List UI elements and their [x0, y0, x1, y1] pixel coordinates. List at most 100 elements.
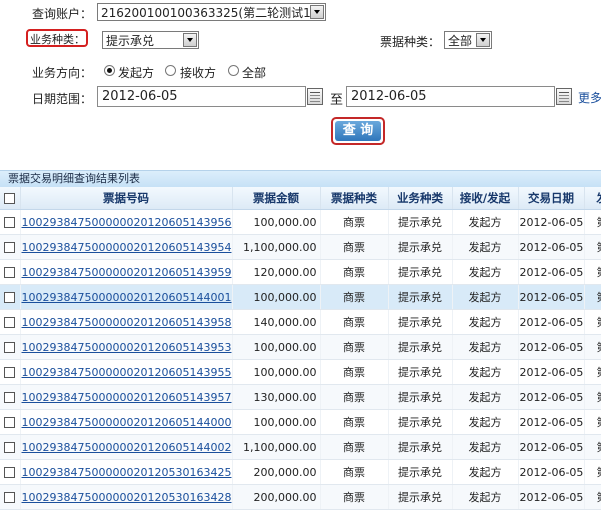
- date-cell: 2012-06-05: [518, 359, 585, 385]
- col-biz-type[interactable]: 业务种类: [388, 187, 453, 210]
- radio-initiator[interactable]: [104, 65, 115, 76]
- bill-type-cell: 商票: [320, 259, 389, 285]
- radio-receiver-label: 接收方: [180, 66, 217, 80]
- bill-no-link[interactable]: 1002938475000000201206051439​56: [22, 216, 232, 229]
- direction-cell: 发起方: [452, 434, 519, 460]
- row-checkbox[interactable]: [4, 442, 16, 453]
- select-all-checkbox[interactable]: [4, 193, 16, 204]
- table-row[interactable]: 100293847500000020120605144001 100,000.00…: [0, 284, 601, 310]
- table-row[interactable]: 100293847500000020120605143959 120,000.00…: [0, 259, 601, 285]
- bill-no-cell: 100293847500000020120605143959: [20, 259, 233, 285]
- row-checkbox-cell: [0, 209, 21, 235]
- biz-type-select[interactable]: 提示承兑: [102, 31, 199, 49]
- row-checkbox[interactable]: [4, 217, 16, 228]
- row-checkbox-cell: [0, 409, 21, 435]
- row-checkbox-cell: [0, 384, 21, 410]
- row-checkbox[interactable]: [4, 317, 16, 328]
- bill-type-cell: 商票: [320, 409, 389, 435]
- table-header: 票据号码 票据金额 票据种类 业务种类 接收/发起 交易日期 发: [0, 187, 601, 210]
- row-checkbox-cell: [0, 484, 21, 510]
- date-separator: 至: [330, 93, 344, 108]
- table-row[interactable]: 100293847500000020120605143958 140,000.00…: [0, 309, 601, 335]
- bill-type-select[interactable]: 全部: [444, 31, 492, 49]
- row-checkbox-cell: [0, 434, 21, 460]
- table-row[interactable]: 1002938475000000201206051439​56 100,000.0…: [0, 209, 601, 235]
- row-checkbox[interactable]: [4, 292, 16, 303]
- chevron-down-icon[interactable]: [476, 33, 490, 47]
- bill-no-link[interactable]: 100293847500000020120605144001: [22, 291, 232, 304]
- bill-no-link[interactable]: 100293847500000020120605144000: [22, 416, 232, 429]
- bill-no-link[interactable]: 100293847500000020120530163425: [22, 466, 232, 479]
- bill-type-cell: 商票: [320, 234, 389, 260]
- radio-receiver[interactable]: [165, 65, 176, 76]
- extra-cell: 第: [584, 334, 601, 360]
- col-bill-type[interactable]: 票据种类: [320, 187, 389, 210]
- row-checkbox[interactable]: [4, 492, 16, 503]
- row-checkbox-cell: [0, 309, 21, 335]
- bill-no-cell: 100293847500000020120605143953: [20, 334, 233, 360]
- amount-cell: 100,000.00: [232, 359, 321, 385]
- amount-cell: 200,000.00: [232, 484, 321, 510]
- more-link[interactable]: 更多: [578, 89, 601, 106]
- date-cell: 2012-06-05: [518, 209, 585, 235]
- bill-no-link[interactable]: 100293847500000020120605143958: [22, 316, 232, 329]
- table-row[interactable]: 100293847500000020120605144002 1,100,000.…: [0, 434, 601, 460]
- direction-cell: 发起方: [452, 209, 519, 235]
- date-to-input[interactable]: 2012-06-05: [346, 86, 555, 107]
- col-bill-no[interactable]: 票据号码: [20, 187, 233, 210]
- calendar-icon[interactable]: [307, 88, 323, 105]
- col-amount[interactable]: 票据金额: [232, 187, 321, 210]
- bill-type-cell: 商票: [320, 334, 389, 360]
- row-checkbox-cell: [0, 234, 21, 260]
- table-row[interactable]: 100293847500000020120530163428 200,000.00…: [0, 484, 601, 510]
- amount-cell: 100,000.00: [232, 409, 321, 435]
- extra-cell: 第: [584, 309, 601, 335]
- account-select[interactable]: 216200100100363325(第二轮测试1): [97, 3, 326, 21]
- radio-all[interactable]: [228, 65, 239, 76]
- date-from-input[interactable]: 2012-06-05: [97, 86, 306, 107]
- biz-type-cell: 提示承兑: [388, 284, 453, 310]
- bill-no-link[interactable]: 100293847500000020120605143955: [22, 366, 232, 379]
- date-cell: 2012-06-05: [518, 234, 585, 260]
- table-row[interactable]: 100293847500000020120605143955 100,000.00…: [0, 359, 601, 385]
- bill-no-link[interactable]: 100293847500000020120530163428: [22, 491, 232, 504]
- bill-no-link[interactable]: 100293847500000020120605144002: [22, 441, 232, 454]
- row-checkbox[interactable]: [4, 267, 16, 278]
- chevron-down-icon[interactable]: [310, 5, 324, 19]
- direction-cell: 发起方: [452, 484, 519, 510]
- table-row[interactable]: 100293847500000020120605144000 100,000.00…: [0, 409, 601, 435]
- date-cell: 2012-06-05: [518, 259, 585, 285]
- amount-cell: 100,000.00: [232, 209, 321, 235]
- calendar-icon[interactable]: [556, 88, 572, 105]
- row-checkbox[interactable]: [4, 467, 16, 478]
- bill-no-link[interactable]: 100293847500000020120605143959: [22, 266, 232, 279]
- table-row[interactable]: 100293847500000020120530163425 200,000.00…: [0, 459, 601, 485]
- col-extra[interactable]: 发: [584, 187, 601, 210]
- row-checkbox[interactable]: [4, 342, 16, 353]
- amount-cell: 100,000.00: [232, 334, 321, 360]
- query-button[interactable]: 查 询: [331, 117, 385, 145]
- table-row[interactable]: 100293847500000020120605143954 1,100,000.…: [0, 234, 601, 260]
- col-direction[interactable]: 接收/发起: [452, 187, 519, 210]
- amount-cell: 200,000.00: [232, 459, 321, 485]
- bill-no-link[interactable]: 100293847500000020120605143954: [22, 241, 232, 254]
- table-row[interactable]: 100293847500000020120605143953 100,000.00…: [0, 334, 601, 360]
- row-checkbox-cell: [0, 284, 21, 310]
- bill-no-cell: 100293847500000020120530163425: [20, 459, 233, 485]
- direction-cell: 发起方: [452, 334, 519, 360]
- radio-initiator-label: 发起方: [118, 66, 155, 80]
- chevron-down-icon[interactable]: [183, 33, 197, 47]
- table-row[interactable]: 100293847500000020120605143957 130,000.00…: [0, 384, 601, 410]
- date-cell: 2012-06-05: [518, 309, 585, 335]
- col-date[interactable]: 交易日期: [518, 187, 585, 210]
- bill-no-link[interactable]: 100293847500000020120605143957: [22, 391, 232, 404]
- row-checkbox[interactable]: [4, 242, 16, 253]
- row-checkbox[interactable]: [4, 367, 16, 378]
- bill-no-cell: 100293847500000020120605143958: [20, 309, 233, 335]
- bill-type-cell: 商票: [320, 384, 389, 410]
- row-checkbox[interactable]: [4, 417, 16, 428]
- bill-no-cell: 1002938475000000201206051439​56: [20, 209, 233, 235]
- bill-no-link[interactable]: 100293847500000020120605143953: [22, 341, 232, 354]
- row-checkbox[interactable]: [4, 392, 16, 403]
- account-label: 查询账户：: [32, 7, 93, 21]
